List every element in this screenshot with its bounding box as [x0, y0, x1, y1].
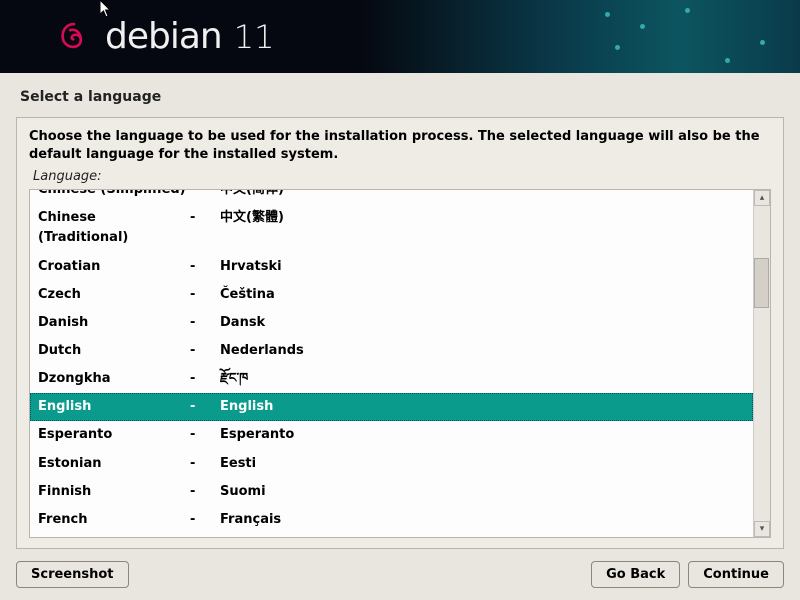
language-native-name: Hrvatski: [220, 257, 745, 277]
language-separator: -: [190, 510, 220, 530]
language-native-name: Dansk: [220, 313, 745, 333]
decor-dot: [605, 12, 610, 17]
language-option[interactable]: Galician-Galego: [30, 534, 753, 537]
decor-dot: [640, 24, 645, 29]
language-separator: -: [190, 454, 220, 474]
language-option[interactable]: Dzongkha-རྫོང་ཁ: [30, 365, 753, 393]
decor-dot: [615, 45, 620, 50]
instruction-text: Choose the language to be used for the i…: [29, 128, 771, 163]
go-back-button[interactable]: Go Back: [591, 561, 680, 588]
language-separator: -: [190, 369, 220, 389]
language-option[interactable]: Chinese (Simplified)-中文(简体): [30, 190, 753, 204]
continue-button[interactable]: Continue: [688, 561, 784, 588]
language-english-name: Dutch: [38, 341, 190, 361]
language-native-name: Français: [220, 510, 745, 530]
language-option[interactable]: Czech-Čeština: [30, 281, 753, 309]
language-native-name: Eesti: [220, 454, 745, 474]
content-panel: Choose the language to be used for the i…: [16, 117, 784, 549]
button-bar: Screenshot Go Back Continue: [0, 549, 800, 588]
language-english-name: French: [38, 510, 190, 530]
language-native-name: རྫོང་ཁ: [220, 369, 745, 389]
language-native-name: 中文(简体): [220, 190, 745, 200]
language-option[interactable]: French-Français: [30, 506, 753, 534]
language-native-name: Nederlands: [220, 341, 745, 361]
language-native-name: 中文(繁體): [220, 208, 745, 248]
language-separator: -: [190, 425, 220, 445]
language-english-name: Danish: [38, 313, 190, 333]
language-english-name: Finnish: [38, 482, 190, 502]
language-english-name: Croatian: [38, 257, 190, 277]
debian-logo-icon: [55, 18, 93, 56]
language-separator: -: [190, 257, 220, 277]
field-label: Language:: [33, 169, 771, 184]
brand-version: 11: [234, 18, 275, 56]
language-english-name: Chinese (Traditional): [38, 208, 190, 248]
language-separator: -: [190, 285, 220, 305]
language-native-name: Čeština: [220, 285, 745, 305]
scroll-down-button[interactable]: ▾: [754, 521, 770, 537]
language-english-name: Chinese (Simplified): [38, 190, 190, 200]
language-option[interactable]: Finnish-Suomi: [30, 478, 753, 506]
brand-name: debian: [105, 16, 222, 57]
language-native-name: English: [220, 397, 745, 417]
scroll-up-button[interactable]: ▴: [754, 190, 770, 206]
language-separator: -: [190, 341, 220, 361]
language-english-name: Esperanto: [38, 425, 190, 445]
language-separator: -: [190, 208, 220, 248]
language-option[interactable]: Estonian-Eesti: [30, 450, 753, 478]
language-separator: -: [190, 190, 220, 200]
language-english-name: Czech: [38, 285, 190, 305]
language-option[interactable]: Chinese (Traditional)-中文(繁體): [30, 204, 753, 252]
page-title: Select a language: [0, 73, 800, 117]
language-separator: -: [190, 482, 220, 502]
decor-dot: [760, 40, 765, 45]
language-separator: -: [190, 397, 220, 417]
language-native-name: Suomi: [220, 482, 745, 502]
language-listbox-wrap: Chinese (Simplified)-中文(简体)Chinese (Trad…: [29, 189, 771, 538]
installer-header: debian 11: [0, 0, 800, 73]
spacer: [137, 561, 584, 588]
language-english-name: Dzongkha: [38, 369, 190, 389]
decor-dot: [685, 8, 690, 13]
scroll-thumb[interactable]: [754, 258, 769, 308]
language-option[interactable]: Croatian-Hrvatski: [30, 253, 753, 281]
decor-dot: [725, 58, 730, 63]
screenshot-button[interactable]: Screenshot: [16, 561, 129, 588]
language-option[interactable]: Dutch-Nederlands: [30, 337, 753, 365]
language-listbox[interactable]: Chinese (Simplified)-中文(简体)Chinese (Trad…: [30, 190, 753, 537]
language-separator: -: [190, 313, 220, 333]
language-option[interactable]: Danish-Dansk: [30, 309, 753, 337]
scrollbar[interactable]: ▴ ▾: [753, 190, 770, 537]
language-english-name: English: [38, 397, 190, 417]
language-english-name: Estonian: [38, 454, 190, 474]
language-option[interactable]: English-English: [30, 393, 753, 421]
language-option[interactable]: Esperanto-Esperanto: [30, 421, 753, 449]
language-native-name: Esperanto: [220, 425, 745, 445]
